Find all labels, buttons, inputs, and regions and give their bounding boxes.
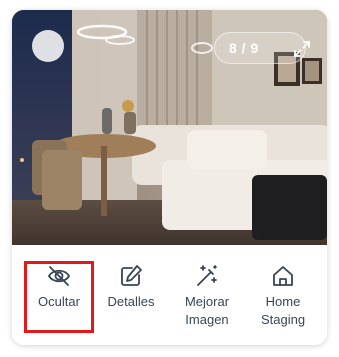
hide-label: Ocultar (38, 294, 80, 309)
photo-actions-bar: Ocultar Detalles Mejorar Imagen Home Sta… (12, 245, 327, 345)
listing-photo-card: 8 / 9 Ocultar Detalles Mejorar Imagen Ho… (12, 10, 327, 345)
eye-off-icon (46, 263, 72, 289)
home-staging-label: Home Staging (260, 294, 306, 327)
photo-counter-text: 8 / 9 (229, 40, 259, 56)
edit-icon (118, 263, 144, 289)
home-icon (270, 263, 296, 289)
property-photo[interactable]: 8 / 9 (12, 10, 327, 245)
home-staging-button[interactable]: Home Staging (245, 255, 321, 333)
details-button[interactable]: Detalles (93, 255, 169, 333)
enhance-image-label: Mejorar Imagen (184, 294, 230, 327)
details-label: Detalles (107, 294, 155, 309)
magic-wand-icon (194, 263, 220, 289)
photo-counter[interactable]: 8 / 9 (214, 32, 310, 64)
circle-toggle-icon[interactable] (32, 30, 64, 62)
hide-button[interactable]: Ocultar (21, 255, 97, 333)
enhance-image-button[interactable]: Mejorar Imagen (169, 255, 245, 333)
